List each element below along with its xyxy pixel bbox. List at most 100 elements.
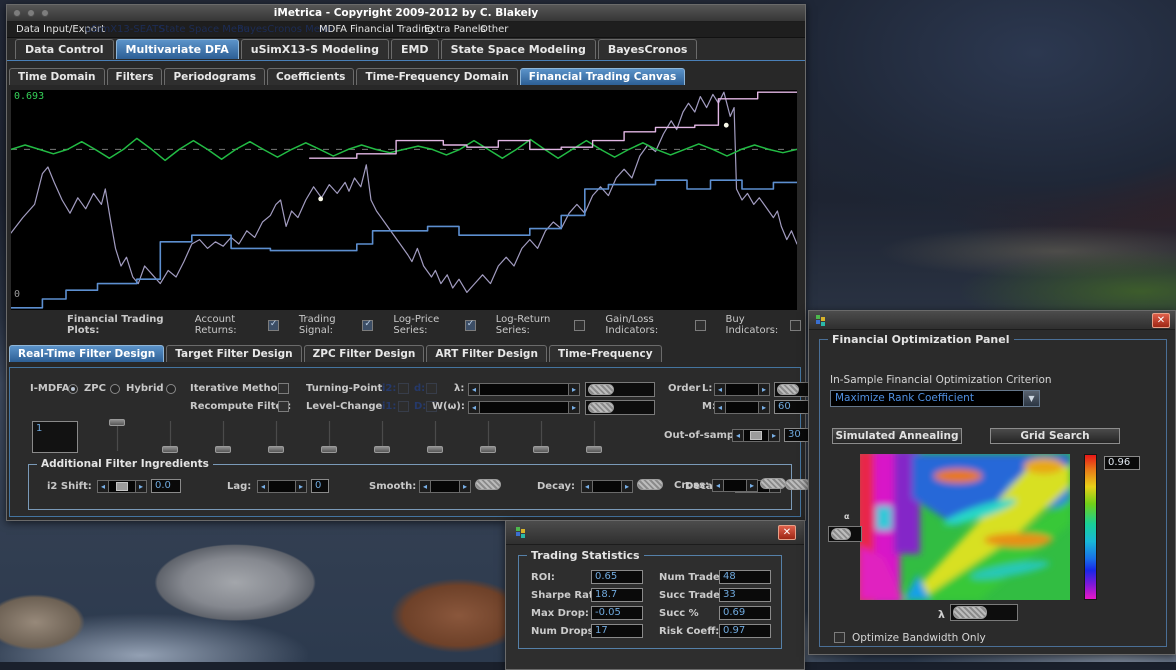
- max-drop-label: Max Drop:: [531, 608, 589, 619]
- account-returns-label: Account Returns:: [195, 314, 264, 336]
- i2-shift-scrollbar[interactable]: ◂▸: [97, 480, 147, 493]
- chart-zero-label: 0: [14, 289, 20, 300]
- lag-scrollbar[interactable]: ◂▸: [257, 480, 307, 493]
- coefficient-slider-9[interactable]: [522, 418, 562, 454]
- imdfa-radio[interactable]: [68, 384, 78, 394]
- bandwidth-lambda-slider[interactable]: [950, 604, 1018, 621]
- hybrid-radio[interactable]: [166, 384, 176, 394]
- log-return-label: Log-Return Series:: [496, 314, 571, 336]
- roi-label: ROI:: [531, 572, 555, 583]
- trading-statistics-group: Trading Statistics ROI: 0.65 Num Trades:…: [518, 555, 782, 649]
- order-m-scrollbar[interactable]: ◂▸: [714, 401, 770, 414]
- menu-extra-panels[interactable]: Extra Panels: [424, 22, 486, 38]
- tab-usimx13-modeling[interactable]: uSimX13-S Modeling: [241, 39, 389, 59]
- i1-checkbox[interactable]: [398, 401, 409, 412]
- chart-max-value-label: 0.693: [14, 91, 44, 102]
- plots-bar-label: Financial Trading Plots:: [67, 314, 179, 336]
- financial-optimization-window: ✕ Financial Optimization Panel In-Sample…: [808, 310, 1176, 655]
- num-drops-label: Num Drops:: [531, 626, 598, 637]
- alpha-slider[interactable]: [828, 526, 862, 542]
- log-price-label: Log-Price Series:: [393, 314, 460, 336]
- gain-loss-label: Gain/Loss Indicators:: [605, 314, 690, 336]
- cross-slider[interactable]: [758, 477, 788, 492]
- chevron-down-icon[interactable]: ▼: [1023, 391, 1039, 406]
- menu-financial-trading[interactable]: Financial Trading: [350, 22, 434, 38]
- tab-data-control[interactable]: Data Control: [15, 39, 114, 59]
- coefficient-slider-6[interactable]: [363, 418, 403, 454]
- smooth-scrollbar[interactable]: ◂▸: [419, 480, 471, 493]
- trading-signal-checkbox[interactable]: [362, 320, 373, 331]
- optimize-bandwidth-checkbox[interactable]: [834, 632, 845, 643]
- tab-realtime-filter-design[interactable]: Real-Time Filter Design: [9, 345, 164, 362]
- tab-bayescronos[interactable]: BayesCronos: [598, 39, 698, 59]
- tab-periodograms[interactable]: Periodograms: [164, 68, 265, 85]
- account-returns-checkbox[interactable]: [268, 320, 279, 331]
- risk-coeff-label: Risk Coeff:: [659, 626, 719, 637]
- grid-search-button[interactable]: Grid Search: [990, 428, 1120, 444]
- decay-scrollbar[interactable]: ◂▸: [581, 480, 633, 493]
- coefficient-slider-10[interactable]: [575, 418, 615, 454]
- coefficient-slider-5[interactable]: [310, 418, 350, 454]
- criterion-dropdown[interactable]: Maximize Rank Coefficient ▼: [830, 390, 1040, 407]
- criterion-label: In-Sample Financial Optimization Criteri…: [830, 374, 1052, 386]
- main-window-titlebar: iMetrica - Copyright 2009-2012 by C. Bla…: [7, 5, 805, 22]
- womega-slider[interactable]: [585, 400, 655, 415]
- tab-emd[interactable]: EMD: [391, 39, 439, 59]
- tab-state-space-modeling[interactable]: State Space Modeling: [441, 39, 596, 59]
- iterative-method-checkbox[interactable]: [278, 383, 289, 394]
- simulated-annealing-button[interactable]: Simulated Annealing: [832, 428, 962, 444]
- zpc-radio[interactable]: [110, 384, 120, 394]
- i1-label: i1:: [382, 401, 396, 412]
- tab-filters[interactable]: Filters: [107, 68, 163, 85]
- desktop: iMetrica - Copyright 2009-2012 by C. Bla…: [0, 0, 1176, 662]
- coefficient-slider-2[interactable]: [151, 418, 191, 454]
- menu-other[interactable]: Other: [480, 22, 508, 38]
- order-label: Order: [668, 383, 700, 394]
- lambda-slider[interactable]: [585, 382, 655, 397]
- coefficient-slider-7[interactable]: [416, 418, 456, 454]
- womega-scrollbar[interactable]: ◂▸: [468, 401, 580, 414]
- tab-multivariate-dfa[interactable]: Multivariate DFA: [116, 39, 239, 59]
- decay-slider[interactable]: [635, 478, 667, 493]
- coefficient-slider-8[interactable]: [469, 418, 509, 454]
- coefficient-slider-1[interactable]: [98, 418, 138, 454]
- filter-index-field[interactable]: 1: [32, 421, 78, 453]
- imetrica-main-window: iMetrica - Copyright 2009-2012 by C. Bla…: [6, 4, 806, 521]
- lambda-scrollbar[interactable]: ◂▸: [468, 383, 580, 396]
- filter-tab-bar: Real-Time Filter Design Target Filter De…: [9, 345, 664, 362]
- cross-scrollbar[interactable]: ◂▸: [712, 479, 758, 492]
- tab-coefficients[interactable]: Coefficients: [267, 68, 354, 85]
- trading-statistics-window: ✕ Trading Statistics ROI: 0.65 Num Trade…: [505, 520, 805, 670]
- coefficient-slider-4[interactable]: [257, 418, 297, 454]
- i2-checkbox[interactable]: [398, 383, 409, 394]
- log-price-checkbox[interactable]: [465, 320, 476, 331]
- tab-financial-trading-canvas[interactable]: Financial Trading Canvas: [520, 68, 685, 85]
- log-return-checkbox[interactable]: [574, 320, 585, 331]
- recompute-filter-checkbox[interactable]: [278, 401, 289, 412]
- tab-zpc-filter-design[interactable]: ZPC Filter Design: [304, 345, 425, 362]
- stats-close-button[interactable]: ✕: [778, 525, 796, 540]
- opt-close-button[interactable]: ✕: [1152, 313, 1170, 328]
- smooth-slider[interactable]: [473, 478, 505, 493]
- i2-shift-field[interactable]: 0.0: [151, 479, 181, 493]
- opt-window-titlebar: ✕: [809, 311, 1175, 330]
- coefficient-slider-3[interactable]: [204, 418, 244, 454]
- succ-pct-label: Succ %: [659, 608, 699, 619]
- succ-trades-field: 33: [719, 588, 771, 602]
- tab-target-filter-design[interactable]: Target Filter Design: [166, 345, 301, 362]
- gain-loss-checkbox[interactable]: [695, 320, 706, 331]
- max-drop-field: -0.05: [591, 606, 643, 620]
- tab-time-frequency[interactable]: Time-Frequency: [549, 345, 662, 362]
- lambda-axis-label: λ: [938, 608, 945, 621]
- buy-indicators-checkbox[interactable]: [790, 320, 801, 331]
- iterative-method-label: Iterative Method:: [190, 383, 289, 394]
- tab-time-frequency-domain[interactable]: Time-Frequency Domain: [356, 68, 517, 85]
- mdfa-content-panel: Time Domain Filters Periodograms Coeffic…: [7, 60, 805, 520]
- d-checkbox[interactable]: [426, 383, 437, 394]
- out-of-samp-scrollbar[interactable]: ◂▸: [732, 429, 780, 442]
- order-l-scrollbar[interactable]: ◂▸: [714, 383, 770, 396]
- tab-art-filter-design[interactable]: ART Filter Design: [426, 345, 547, 362]
- lag-field[interactable]: 0: [311, 479, 329, 493]
- menu-mdfa[interactable]: MDFA: [319, 22, 347, 38]
- tab-time-domain[interactable]: Time Domain: [9, 68, 105, 85]
